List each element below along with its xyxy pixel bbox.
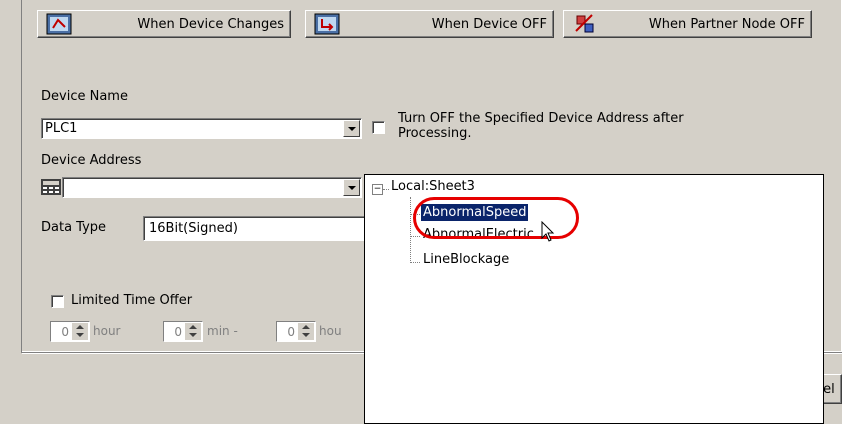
device-name-dropdown-button[interactable] — [343, 120, 360, 137]
when-device-off-button[interactable]: When Device OFF — [305, 10, 554, 38]
when-partner-node-off-button[interactable]: When Partner Node OFF — [563, 10, 812, 38]
when-device-changes-label: When Device Changes — [137, 17, 284, 32]
tree-root-node[interactable]: Local:Sheet3 — [391, 179, 475, 194]
hour-unit-label: hour — [93, 324, 121, 338]
minute-unit-label: min - — [207, 324, 238, 338]
turn-off-label-line1: Turn OFF the Specified Device Address af… — [398, 111, 684, 126]
device-change-icon — [46, 13, 72, 35]
hour-spinner[interactable]: 0 — [50, 321, 90, 342]
end-hour-value: 0 — [287, 325, 295, 339]
keypad-icon — [41, 179, 61, 195]
end-hour-spinner[interactable]: 0 — [276, 321, 316, 342]
mouse-cursor-icon — [541, 221, 555, 242]
turn-off-label-line2: Processing. — [398, 126, 472, 141]
limited-time-label: Limited Time Offer — [71, 293, 193, 308]
device-off-icon — [314, 13, 340, 35]
device-address-label: Device Address — [41, 153, 142, 168]
turn-off-checkbox[interactable] — [372, 121, 385, 134]
device-address-dropdown-button[interactable] — [343, 179, 360, 196]
address-input-keypad-button[interactable] — [40, 177, 62, 197]
hour-spin-arrows[interactable] — [72, 323, 88, 340]
when-partner-node-off-label: When Partner Node OFF — [648, 17, 805, 32]
tree-item-line-blockage[interactable]: LineBlockage — [423, 252, 509, 267]
minute-value: 0 — [174, 325, 182, 339]
when-device-off-label: When Device OFF — [431, 17, 547, 32]
data-type-field[interactable]: 16Bit(Signed) — [143, 216, 365, 241]
end-hour-unit-label: hou — [319, 324, 342, 338]
data-type-label: Data Type — [41, 220, 107, 235]
when-device-changes-button[interactable]: When Device Changes — [37, 10, 291, 38]
data-type-value: 16Bit(Signed) — [149, 221, 238, 236]
tree-toggle-glyph: − — [373, 184, 382, 194]
device-address-dropdown[interactable] — [62, 177, 362, 198]
end-hour-spin-arrows[interactable] — [298, 323, 314, 340]
minute-spin-arrows[interactable] — [185, 323, 201, 340]
hour-value: 0 — [61, 325, 69, 339]
device-name-label: Device Name — [41, 89, 128, 104]
partner-node-off-icon — [575, 14, 594, 33]
device-name-value: PLC1 — [45, 121, 78, 136]
tree-collapse-toggle[interactable]: − — [372, 184, 383, 195]
minute-spinner[interactable]: 0 — [163, 321, 203, 342]
address-tree-popup[interactable]: − Local:Sheet3 AbnormalSpeed AbnormalEle… — [364, 174, 824, 424]
device-name-dropdown[interactable]: PLC1 — [41, 118, 362, 139]
limited-time-checkbox[interactable] — [51, 295, 64, 308]
